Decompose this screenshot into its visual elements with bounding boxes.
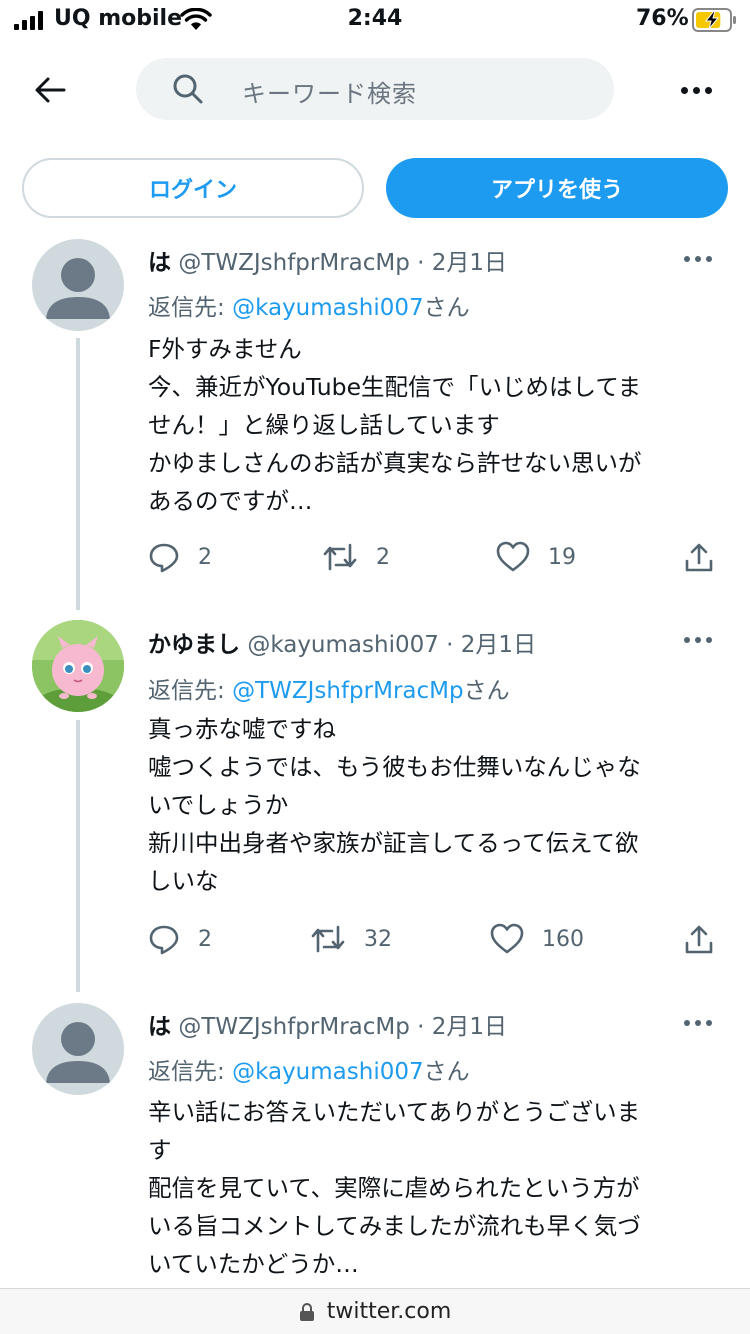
battery-percent: 76% xyxy=(636,6,689,31)
like-count: 160 xyxy=(542,926,584,952)
share-button[interactable] xyxy=(684,541,714,573)
login-button[interactable]: ログイン xyxy=(22,158,364,218)
retweet-button[interactable]: 2 xyxy=(322,541,390,573)
like-button[interactable]: 19 xyxy=(496,541,576,573)
tweet-date[interactable]: 2月1日 xyxy=(461,632,536,658)
tweet-more-button[interactable] xyxy=(684,637,712,643)
reply-to: 返信先: @kayumashi007さん xyxy=(148,1059,470,1085)
status-bar: UQ mobile 2:44 76% xyxy=(0,0,750,40)
avatar[interactable] xyxy=(32,1003,124,1095)
reply-to-link[interactable]: @TWZJshfprMracMp xyxy=(232,678,464,704)
reply-count: 2 xyxy=(198,544,212,570)
reply-to-link[interactable]: @kayumashi007 xyxy=(232,295,424,321)
avatar[interactable] xyxy=(32,239,124,331)
heart-icon xyxy=(496,541,530,572)
tweet-header: は @TWZJshfprMracMp · 2月1日 xyxy=(148,1014,508,1040)
search-placeholder: キーワード検索 xyxy=(242,80,417,108)
avatar[interactable] xyxy=(32,620,124,712)
display-name[interactable]: かゆまし xyxy=(148,632,240,658)
default-profile-icon xyxy=(46,258,110,319)
share-button[interactable] xyxy=(684,923,714,955)
reply-to: 返信先: @TWZJshfprMracMpさん xyxy=(148,678,510,704)
like-count: 19 xyxy=(548,544,576,570)
retweet-count: 2 xyxy=(376,544,390,570)
tweet-header: は @TWZJshfprMracMp · 2月1日 xyxy=(148,250,508,276)
search-icon xyxy=(173,74,203,104)
reply-button[interactable]: 2 xyxy=(148,923,212,955)
tweet-date[interactable]: 2月1日 xyxy=(432,250,507,276)
url-domain: twitter.com xyxy=(326,1299,452,1324)
pink-character-avatar-icon xyxy=(32,620,124,712)
use-app-button[interactable]: アプリを使う xyxy=(386,158,728,218)
reply-count: 2 xyxy=(198,926,212,952)
tweet-more-button[interactable] xyxy=(684,256,712,262)
like-button[interactable]: 160 xyxy=(490,923,584,955)
battery-charging-icon xyxy=(692,8,738,36)
lock-icon xyxy=(299,1302,314,1321)
more-dot-icon xyxy=(680,86,688,94)
tweet-actions: 2 32 160 xyxy=(0,923,750,963)
retweet-button[interactable]: 32 xyxy=(310,923,392,955)
tweet-more-button[interactable] xyxy=(684,1020,712,1026)
more-dot-icon xyxy=(704,86,712,94)
share-icon xyxy=(685,543,713,572)
reply-to: 返信先: @kayumashi007さん xyxy=(148,295,470,321)
tweet-text: F外すみません 今、兼近がYouTube生配信で「いじめはしてま せん！」と繰り… xyxy=(148,335,642,515)
display-name[interactable]: は xyxy=(148,1014,171,1040)
default-profile-icon xyxy=(46,1022,110,1083)
display-name[interactable]: は xyxy=(148,250,171,276)
search-input[interactable]: キーワード検索 xyxy=(136,58,614,120)
browser-url-bar[interactable]: twitter.com xyxy=(0,1288,750,1334)
username[interactable]: @TWZJshfprMracMp xyxy=(178,1014,410,1040)
back-button[interactable] xyxy=(30,70,70,110)
tweet-header: かゆまし @kayumashi007 · 2月1日 xyxy=(148,632,537,658)
reply-to-link[interactable]: @kayumashi007 xyxy=(232,1059,424,1085)
share-icon xyxy=(685,925,713,954)
heart-icon xyxy=(490,923,524,954)
retweet-icon xyxy=(311,925,345,953)
tweet-date[interactable]: 2月1日 xyxy=(432,1014,507,1040)
more-dot-icon xyxy=(692,86,700,94)
reply-icon xyxy=(149,925,179,955)
username[interactable]: @kayumashi007 xyxy=(247,632,439,658)
username[interactable]: @TWZJshfprMracMp xyxy=(178,250,410,276)
more-options-button[interactable] xyxy=(676,76,716,104)
retweet-icon xyxy=(323,543,357,571)
tweet-text: 真っ赤な嘘ですね 嘘つくようでは、もう彼もお仕舞いなんじゃな いでしょうか 新川… xyxy=(148,715,641,895)
reply-button[interactable]: 2 xyxy=(148,541,212,573)
retweet-count: 32 xyxy=(364,926,392,952)
reply-icon xyxy=(149,543,179,573)
tweet-actions: 2 2 19 xyxy=(0,541,750,581)
tweet-text: 辛い話にお答えいただいてありがとうございま す 配信を見ていて、実際に虐められた… xyxy=(148,1098,641,1278)
arrow-left-icon xyxy=(35,77,66,103)
